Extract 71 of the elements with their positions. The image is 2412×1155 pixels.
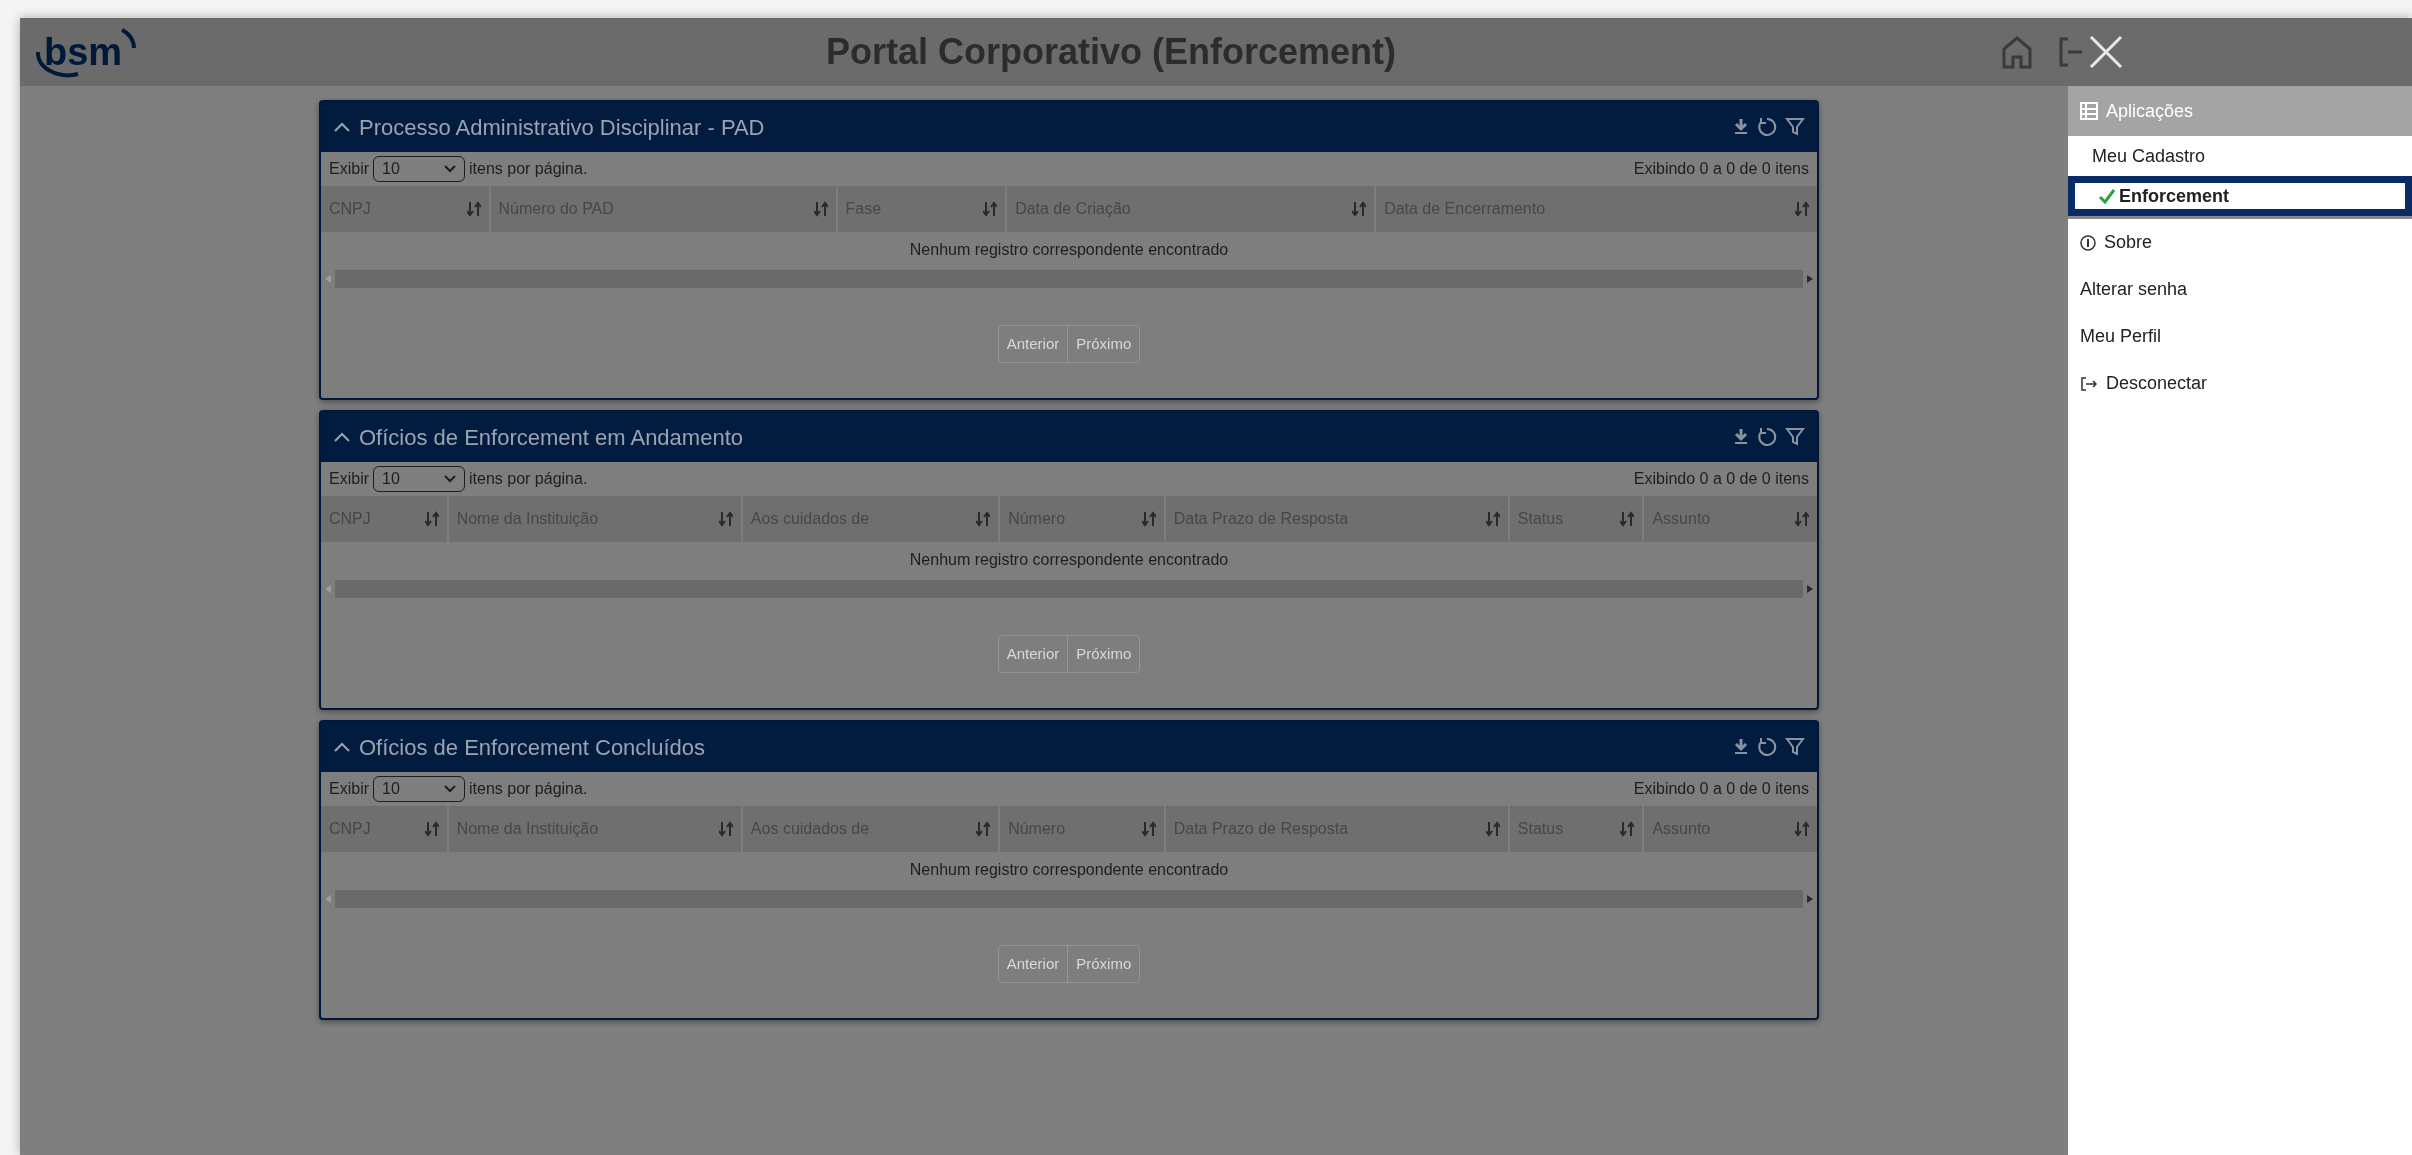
per-page-label: itens por página. [469,779,588,799]
chevron-up-icon[interactable] [333,121,351,133]
scroll-right-icon[interactable] [1807,585,1813,593]
sort-icon[interactable] [1352,201,1367,217]
sort-icon[interactable] [976,511,991,527]
menu-item[interactable]: Meu Cadastro [2068,136,2412,176]
menu-item[interactable]: Enforcement [2068,176,2412,216]
refresh-icon[interactable] [1757,427,1777,447]
logo[interactable]: bsm [32,24,152,80]
list-icon [2080,102,2098,120]
sort-icon[interactable] [1141,511,1156,527]
empty-message: Nenhum registro correspondente encontrado [909,550,1229,570]
chevron-down-icon [444,475,456,483]
page-size-select[interactable]: 10 [373,776,465,802]
sort-icon[interactable] [1794,821,1809,837]
check-icon [2099,188,2115,204]
chevron-up-icon[interactable] [333,741,351,753]
panel-title: Ofícios de Enforcement em Andamento [359,423,743,452]
filter-icon[interactable] [1785,427,1805,447]
sort-icon[interactable] [1485,511,1500,527]
show-label: Exibir [329,469,369,489]
sort-icon[interactable] [1794,511,1809,527]
sort-icon[interactable] [718,511,733,527]
items-summary: Exibindo 0 a 0 de 0 itens [1633,159,1809,179]
scroll-right-icon[interactable] [1807,275,1813,283]
page-size-select[interactable]: 10 [373,156,465,182]
refresh-icon[interactable] [1757,117,1777,137]
sort-icon[interactable] [976,821,991,837]
sort-icon[interactable] [813,201,828,217]
exit-icon[interactable] [2058,35,2084,69]
logout-icon [2080,375,2098,392]
refresh-icon[interactable] [1757,737,1777,757]
sort-icon[interactable] [424,511,439,527]
menu-item[interactable]: Desconectar [2068,360,2412,407]
menu-item[interactable]: Meu Perfil [2068,313,2412,360]
chevron-down-icon [444,165,456,173]
sort-icon[interactable] [1620,511,1635,527]
menu-section-header[interactable]: Aplicações [2068,86,2412,136]
info-icon [2080,234,2096,251]
sort-icon[interactable] [466,201,481,217]
download-icon[interactable] [1733,118,1749,136]
scroll-right-icon[interactable] [1807,895,1813,903]
empty-message: Nenhum registro correspondente encontrado [909,860,1229,880]
sort-icon[interactable] [983,201,998,217]
page-size-select[interactable]: 10 [373,466,465,492]
items-summary: Exibindo 0 a 0 de 0 itens [1633,779,1809,799]
sort-icon[interactable] [424,821,439,837]
sort-icon[interactable] [718,821,733,837]
chevron-up-icon[interactable] [333,431,351,443]
chevron-down-icon [444,785,456,793]
panel-title: Processo Administrativo Disciplinar - PAD [359,113,765,142]
filter-icon[interactable] [1785,117,1805,137]
home-icon[interactable] [2000,35,2034,69]
items-summary: Exibindo 0 a 0 de 0 itens [1633,469,1809,489]
filter-icon[interactable] [1785,737,1805,757]
panel-title: Ofícios de Enforcement Concluídos [359,733,706,762]
per-page-label: itens por página. [469,159,588,179]
sort-icon[interactable] [1485,821,1500,837]
per-page-label: itens por página. [469,469,588,489]
menu-item[interactable]: Sobre [2068,219,2412,266]
page-title: Portal Corporativo (Enforcement) [825,30,1397,74]
download-icon[interactable] [1733,738,1749,756]
download-icon[interactable] [1733,428,1749,446]
empty-message: Nenhum registro correspondente encontrado [909,240,1229,260]
sort-icon[interactable] [1141,821,1156,837]
menu-item[interactable]: Alterar senha [2068,266,2412,313]
sort-icon[interactable] [1794,201,1809,217]
sort-icon[interactable] [1620,821,1635,837]
show-label: Exibir [329,779,369,799]
close-icon[interactable] [2088,34,2124,70]
show-label: Exibir [329,159,369,179]
